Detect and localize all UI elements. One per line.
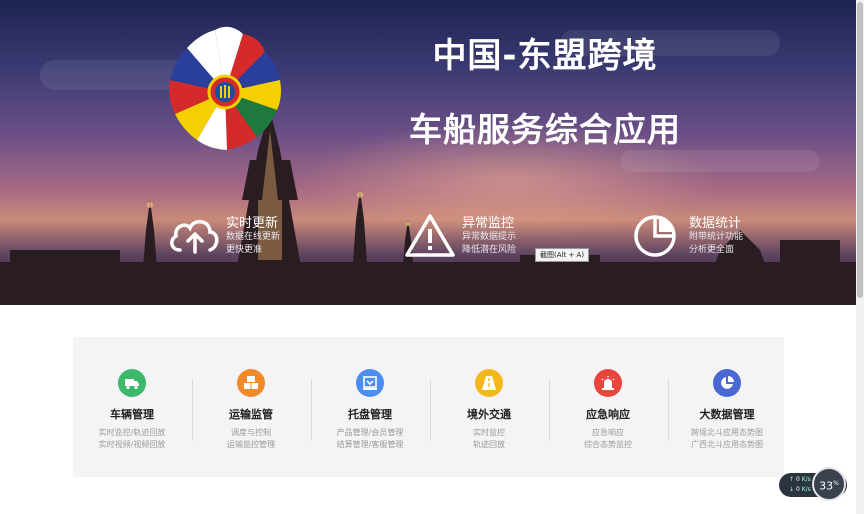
road-icon <box>482 376 496 390</box>
module-desc-line2: 结算管理/客服管理 <box>336 440 404 449</box>
feature-desc-line2: 降低潜在风险 <box>462 245 517 255</box>
module-desc: 产品管理/会员管理 结算管理/客服管理 <box>311 427 429 451</box>
hero-title-line2: 车船服务综合应用 <box>409 110 681 149</box>
cloud-upload-icon <box>170 219 219 254</box>
modules-panel: 车辆管理 实时监控/轨迹回放 实时视频/视频回放 运输监管 调度与控制 运输监控… <box>73 337 784 477</box>
page-scrollbar[interactable] <box>856 0 864 514</box>
module-icon-circle <box>713 369 741 397</box>
warning-icon <box>405 214 455 257</box>
module-desc-line1: 调度与控制 <box>231 428 271 437</box>
module-title: 托盘管理 <box>348 408 392 421</box>
feature-desc: 数据在线更新 更快更准 <box>226 231 280 257</box>
usage-percent: 33 <box>819 479 834 493</box>
module-title: 应急响应 <box>586 408 630 421</box>
module-desc-line2: 实时视频/视频回放 <box>98 440 166 449</box>
module-transport-supervision[interactable]: 运输监管 调度与控制 运输监控管理 <box>192 369 310 451</box>
module-desc-line1: 跨境北斗应用态势图 <box>691 428 763 437</box>
module-desc: 应急响应 综合态势监控 <box>549 427 667 451</box>
module-desc-line2: 广西北斗应用态势图 <box>691 440 763 449</box>
feature-title: 数据统计 <box>689 216 742 231</box>
feature-desc-line1: 异常数据提示 <box>462 232 517 242</box>
pie-chart-icon <box>634 215 676 257</box>
module-desc-line1: 应急响应 <box>592 428 624 437</box>
truck-icon <box>125 379 139 390</box>
pallet-icon <box>363 376 377 390</box>
download-speed: ↓ 0 K/s <box>789 486 811 493</box>
scrollbar-thumb[interactable] <box>857 2 863 298</box>
screenshot-tooltip: 截图(Alt + A) <box>535 248 590 262</box>
module-icon-circle <box>356 369 384 397</box>
feature-title: 实时更新 <box>226 216 279 231</box>
alarm-icon <box>601 376 615 390</box>
module-overseas-traffic[interactable]: 境外交通 实时监控 轨迹回放 <box>430 369 548 451</box>
pie-chart-icon <box>721 376 734 389</box>
module-desc-line2: 运输监控管理 <box>227 440 275 449</box>
feature-title: 异常监控 <box>462 216 515 231</box>
module-desc: 调度与控制 运输监控管理 <box>192 427 310 451</box>
module-icon-circle <box>118 369 146 397</box>
download-unit: K/s <box>801 486 811 493</box>
boxes-icon <box>244 376 258 389</box>
feature-desc-line1: 附带统计功能 <box>689 232 744 242</box>
memory-usage-ring[interactable]: 33% <box>812 467 846 501</box>
usage-percent-unit: % <box>833 480 839 487</box>
feature-desc: 异常数据提示 降低潜在风险 <box>462 231 516 257</box>
module-pallet-management[interactable]: 托盘管理 产品管理/会员管理 结算管理/客服管理 <box>311 369 429 451</box>
asean-emblem <box>169 26 281 150</box>
module-big-data-management[interactable]: 大数据管理 跨境北斗应用态势图 广西北斗应用态势图 <box>668 369 786 451</box>
module-icon-circle <box>237 369 265 397</box>
upload-unit: K/s <box>801 476 811 483</box>
module-emergency-response[interactable]: 应急响应 应急响应 综合态势监控 <box>549 369 667 451</box>
feature-desc-line1: 数据在线更新 <box>226 232 281 242</box>
module-desc-line2: 综合态势监控 <box>584 440 632 449</box>
module-desc: 跨境北斗应用态势图 广西北斗应用态势图 <box>668 427 786 451</box>
module-title: 运输监管 <box>229 408 273 421</box>
module-icon-circle <box>594 369 622 397</box>
module-desc-line1: 产品管理/会员管理 <box>336 428 404 437</box>
module-vehicle-management[interactable]: 车辆管理 实时监控/轨迹回放 实时视频/视频回放 <box>73 369 191 451</box>
upload-value: 0 <box>795 476 800 483</box>
feature-desc-line2: 分析更全面 <box>689 245 735 255</box>
hero-title-line1: 中国-东盟跨境 <box>432 36 658 76</box>
module-desc-line1: 实时监控/轨迹回放 <box>98 428 166 437</box>
feature-desc-line2: 更快更准 <box>226 245 263 255</box>
module-title: 大数据管理 <box>699 408 755 421</box>
module-icon-circle <box>475 369 503 397</box>
module-desc-line1: 实时监控 <box>473 428 505 437</box>
module-desc-line2: 轨迹回放 <box>473 440 505 449</box>
download-value: 0 <box>795 486 800 493</box>
module-title: 车辆管理 <box>110 408 154 421</box>
module-desc: 实时监控/轨迹回放 实时视频/视频回放 <box>73 427 191 451</box>
hero-banner: 中国-东盟跨境 车船服务综合应用 实时更新 数据在线更新 更快更准 异常监控 异… <box>0 0 856 305</box>
module-title: 境外交通 <box>467 408 511 421</box>
module-desc: 实时监控 轨迹回放 <box>430 427 548 451</box>
upload-speed: ↑ 0 K/s <box>789 476 811 483</box>
feature-desc: 附带统计功能 分析更全面 <box>689 231 743 257</box>
